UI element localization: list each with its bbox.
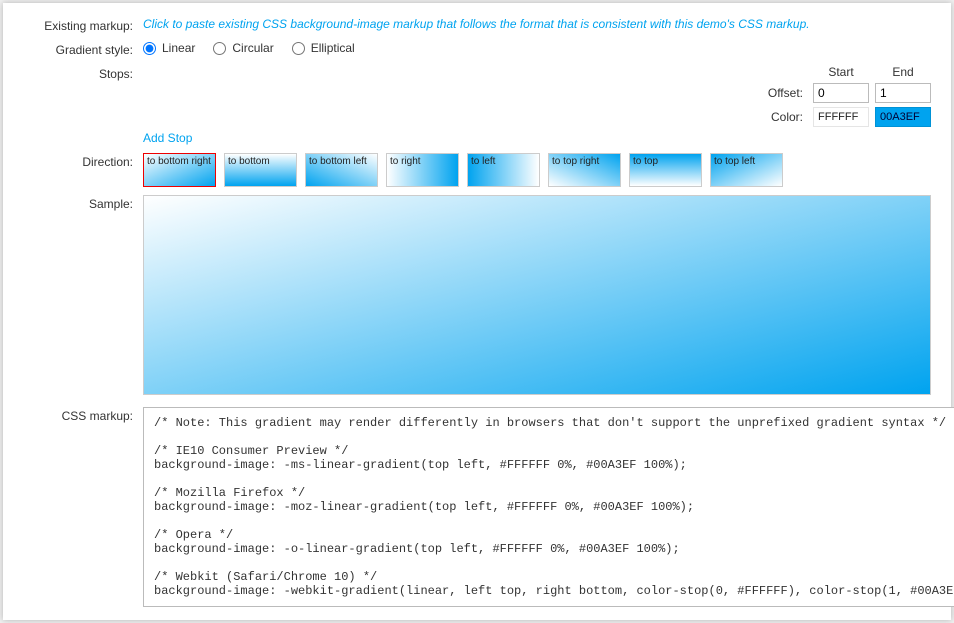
color-end-swatch[interactable]: 00A3EF <box>875 107 931 127</box>
color-end-text: 00A3EF <box>880 111 920 123</box>
css-output-textarea[interactable]: /* Note: This gradient may render differ… <box>143 407 954 607</box>
sample-label: Sample: <box>3 195 143 211</box>
direction-thumb-label: to bottom left <box>309 156 367 167</box>
stops-label: Stops: <box>3 65 143 81</box>
gradient-style-label: Gradient style: <box>3 41 143 57</box>
existing-markup-label: Existing markup: <box>3 17 143 33</box>
radio-linear-text: Linear <box>162 41 195 55</box>
radio-circular-text: Circular <box>232 41 273 55</box>
offset-end-input[interactable] <box>875 83 931 103</box>
direction-thumb-to-top-left[interactable]: to top left <box>710 153 783 187</box>
direction-thumb-to-right[interactable]: to right <box>386 153 459 187</box>
direction-label: Direction: <box>3 153 143 169</box>
direction-thumb-label: to top <box>633 156 658 167</box>
direction-thumb-label: to bottom right <box>147 156 211 167</box>
gradient-maker-panel: Existing markup: Click to paste existing… <box>3 3 951 620</box>
css-markup-label: CSS markup: <box>3 407 143 423</box>
direction-thumb-to-top[interactable]: to top <box>629 153 702 187</box>
direction-thumb-to-top-right[interactable]: to top right <box>548 153 621 187</box>
existing-markup-link[interactable]: Click to paste existing CSS background-i… <box>143 17 810 31</box>
radio-circular[interactable]: Circular <box>213 41 273 55</box>
radio-elliptical-input[interactable] <box>292 42 305 55</box>
radio-elliptical[interactable]: Elliptical <box>292 41 355 55</box>
color-start-swatch[interactable]: FFFFFF <box>813 107 869 127</box>
sample-preview <box>143 195 931 395</box>
radio-linear-input[interactable] <box>143 42 156 55</box>
offset-start-input[interactable] <box>813 83 869 103</box>
direction-thumb-label: to bottom <box>228 156 270 167</box>
direction-thumb-label: to top right <box>552 156 599 167</box>
radio-circular-input[interactable] <box>213 42 226 55</box>
direction-thumb-label: to top left <box>714 156 755 167</box>
direction-thumb-to-left[interactable]: to left <box>467 153 540 187</box>
radio-linear[interactable]: Linear <box>143 41 195 55</box>
stops-row-offset-label: Offset: <box>143 86 807 100</box>
direction-thumb-to-bottom-right[interactable]: to bottom right <box>143 153 216 187</box>
stops-hd-end: End <box>875 65 931 79</box>
stops-hd-start: Start <box>813 65 869 79</box>
add-stop-link[interactable]: Add Stop <box>143 131 192 145</box>
direction-thumb-label: to left <box>471 156 495 167</box>
direction-thumb-to-bottom[interactable]: to bottom <box>224 153 297 187</box>
direction-thumb-to-bottom-left[interactable]: to bottom left <box>305 153 378 187</box>
radio-elliptical-text: Elliptical <box>311 41 355 55</box>
color-start-text: FFFFFF <box>818 111 858 123</box>
stops-row-color-label: Color: <box>143 110 807 124</box>
direction-thumb-label: to right <box>390 156 421 167</box>
direction-thumbnails: to bottom right to bottom to bottom left to… <box>143 153 931 187</box>
